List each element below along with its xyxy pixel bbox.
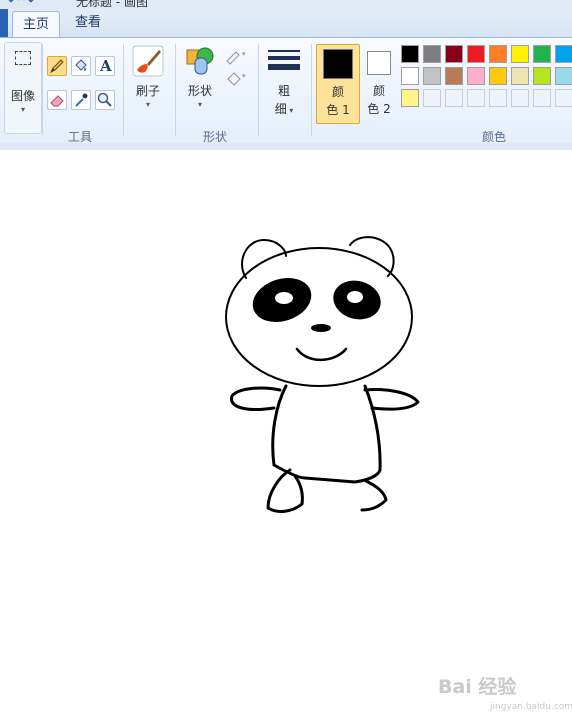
eraser-tool-button[interactable] bbox=[47, 90, 67, 110]
size-label-1: 粗 bbox=[277, 84, 290, 98]
color1-button[interactable]: 颜 色 1 bbox=[316, 44, 360, 124]
empty-color-swatch[interactable] bbox=[423, 89, 441, 107]
outline-button[interactable]: ▾ bbox=[224, 47, 250, 65]
color-swatch[interactable] bbox=[401, 45, 419, 63]
fill-button[interactable]: ▾ bbox=[224, 69, 250, 87]
color1-swatch bbox=[323, 49, 353, 79]
image-select-button[interactable]: 图像 ▾ bbox=[4, 42, 42, 134]
color-swatch[interactable] bbox=[511, 45, 529, 63]
chevron-down-icon: ▾ bbox=[20, 105, 25, 114]
color1-label-2: 色 1 bbox=[326, 103, 350, 117]
color-swatch[interactable] bbox=[423, 67, 441, 85]
color2-label-2: 色 2 bbox=[367, 102, 391, 116]
color-swatch[interactable] bbox=[511, 67, 529, 85]
outline-pen-icon: ▾ bbox=[226, 50, 246, 65]
size-lines-icon bbox=[268, 50, 300, 70]
color-swatch[interactable] bbox=[533, 45, 551, 63]
window-title: 无标题 - 画图 bbox=[76, 0, 148, 9]
empty-color-swatch[interactable] bbox=[489, 89, 507, 107]
color-swatch[interactable] bbox=[555, 67, 572, 85]
tab-view[interactable]: 查看 bbox=[70, 9, 106, 37]
watermark-brand: Bai 经验 bbox=[438, 676, 517, 698]
svg-text:▾: ▾ bbox=[242, 50, 246, 58]
color-swatch[interactable] bbox=[467, 67, 485, 85]
size-button[interactable]: 粗 细 ▾ bbox=[264, 42, 304, 122]
color-swatch[interactable] bbox=[401, 67, 419, 85]
paint-menu-button[interactable] bbox=[0, 9, 8, 37]
color-picker-button[interactable] bbox=[71, 90, 91, 110]
select-icon bbox=[15, 51, 31, 65]
chevron-down-icon: ▾ bbox=[197, 100, 202, 109]
size-label-2: 细 ▾ bbox=[274, 102, 294, 116]
color-swatch[interactable] bbox=[489, 45, 507, 63]
empty-color-swatch[interactable] bbox=[467, 89, 485, 107]
empty-color-swatch[interactable] bbox=[533, 89, 551, 107]
chevron-down-icon: ▾ bbox=[145, 100, 150, 109]
brushes-button[interactable]: 刷子 ▾ bbox=[128, 42, 168, 122]
fill-tool-button[interactable] bbox=[71, 56, 91, 76]
brush-icon bbox=[132, 45, 164, 77]
panda-mouth bbox=[295, 347, 348, 362]
brushes-label: 刷子 bbox=[135, 84, 160, 98]
pencil-tool-button[interactable] bbox=[47, 56, 67, 76]
text-tool-button[interactable]: A bbox=[95, 56, 115, 76]
color-swatch[interactable] bbox=[423, 45, 441, 63]
empty-color-swatch[interactable] bbox=[511, 89, 529, 107]
color-palette bbox=[401, 45, 572, 111]
empty-color-swatch[interactable] bbox=[445, 89, 463, 107]
magnifier-icon bbox=[97, 92, 112, 107]
color-swatch[interactable] bbox=[445, 67, 463, 85]
shapes-icon bbox=[186, 47, 214, 75]
eyedropper-icon bbox=[75, 93, 88, 107]
panda-nose bbox=[311, 324, 331, 332]
tab-home[interactable]: 主页 bbox=[12, 11, 60, 38]
color2-label-1: 颜 bbox=[372, 84, 385, 98]
color-swatch[interactable] bbox=[445, 45, 463, 63]
panda-head bbox=[225, 247, 413, 387]
image-label: 图像 bbox=[10, 89, 35, 103]
panda-right-eye bbox=[347, 291, 363, 303]
fill-icon: ▾ bbox=[227, 72, 246, 86]
drawing-canvas[interactable]: Bai 经验 jingyan.baidu.com bbox=[0, 150, 572, 712]
undo-icon[interactable]: ↶ ↷ bbox=[8, 0, 34, 9]
canvas-border bbox=[0, 143, 572, 150]
shapes-button[interactable]: 形状 ▾ bbox=[180, 42, 220, 122]
fill-bucket-icon bbox=[75, 59, 87, 71]
color-swatch[interactable] bbox=[533, 67, 551, 85]
color1-label-1: 颜 bbox=[331, 85, 344, 99]
color2-swatch bbox=[367, 51, 391, 75]
panda-left-arm bbox=[230, 386, 282, 411]
panda-drawing bbox=[225, 236, 420, 513]
watermark-url: jingyan.baidu.com bbox=[490, 702, 572, 712]
ribbon-tabs: 主页 查看 bbox=[0, 9, 572, 38]
pencil-icon bbox=[49, 59, 64, 74]
eraser-icon bbox=[50, 95, 64, 107]
panda-body bbox=[271, 384, 382, 484]
panda-right-leg bbox=[360, 479, 388, 512]
panda-left-eye bbox=[275, 292, 293, 304]
color2-button[interactable]: 颜 色 2 bbox=[362, 44, 396, 122]
color-swatch[interactable] bbox=[555, 45, 572, 63]
color-swatch[interactable] bbox=[467, 45, 485, 63]
title-bar: ↶ ↷ 无标题 - 画图 bbox=[0, 0, 572, 9]
color-swatch[interactable] bbox=[401, 89, 419, 107]
svg-text:▾: ▾ bbox=[242, 72, 246, 80]
ribbon: 图像 ▾ A 工具 刷子 ▾ 形状 ▾ ▾ ▾ 形状 粗 细 ▾ 颜 色 1 颜… bbox=[0, 37, 572, 145]
empty-color-swatch[interactable] bbox=[555, 89, 572, 107]
magnifier-button[interactable] bbox=[95, 90, 115, 110]
text-icon: A bbox=[100, 57, 112, 75]
color-swatch[interactable] bbox=[489, 67, 507, 85]
shapes-label: 形状 bbox=[187, 84, 212, 98]
